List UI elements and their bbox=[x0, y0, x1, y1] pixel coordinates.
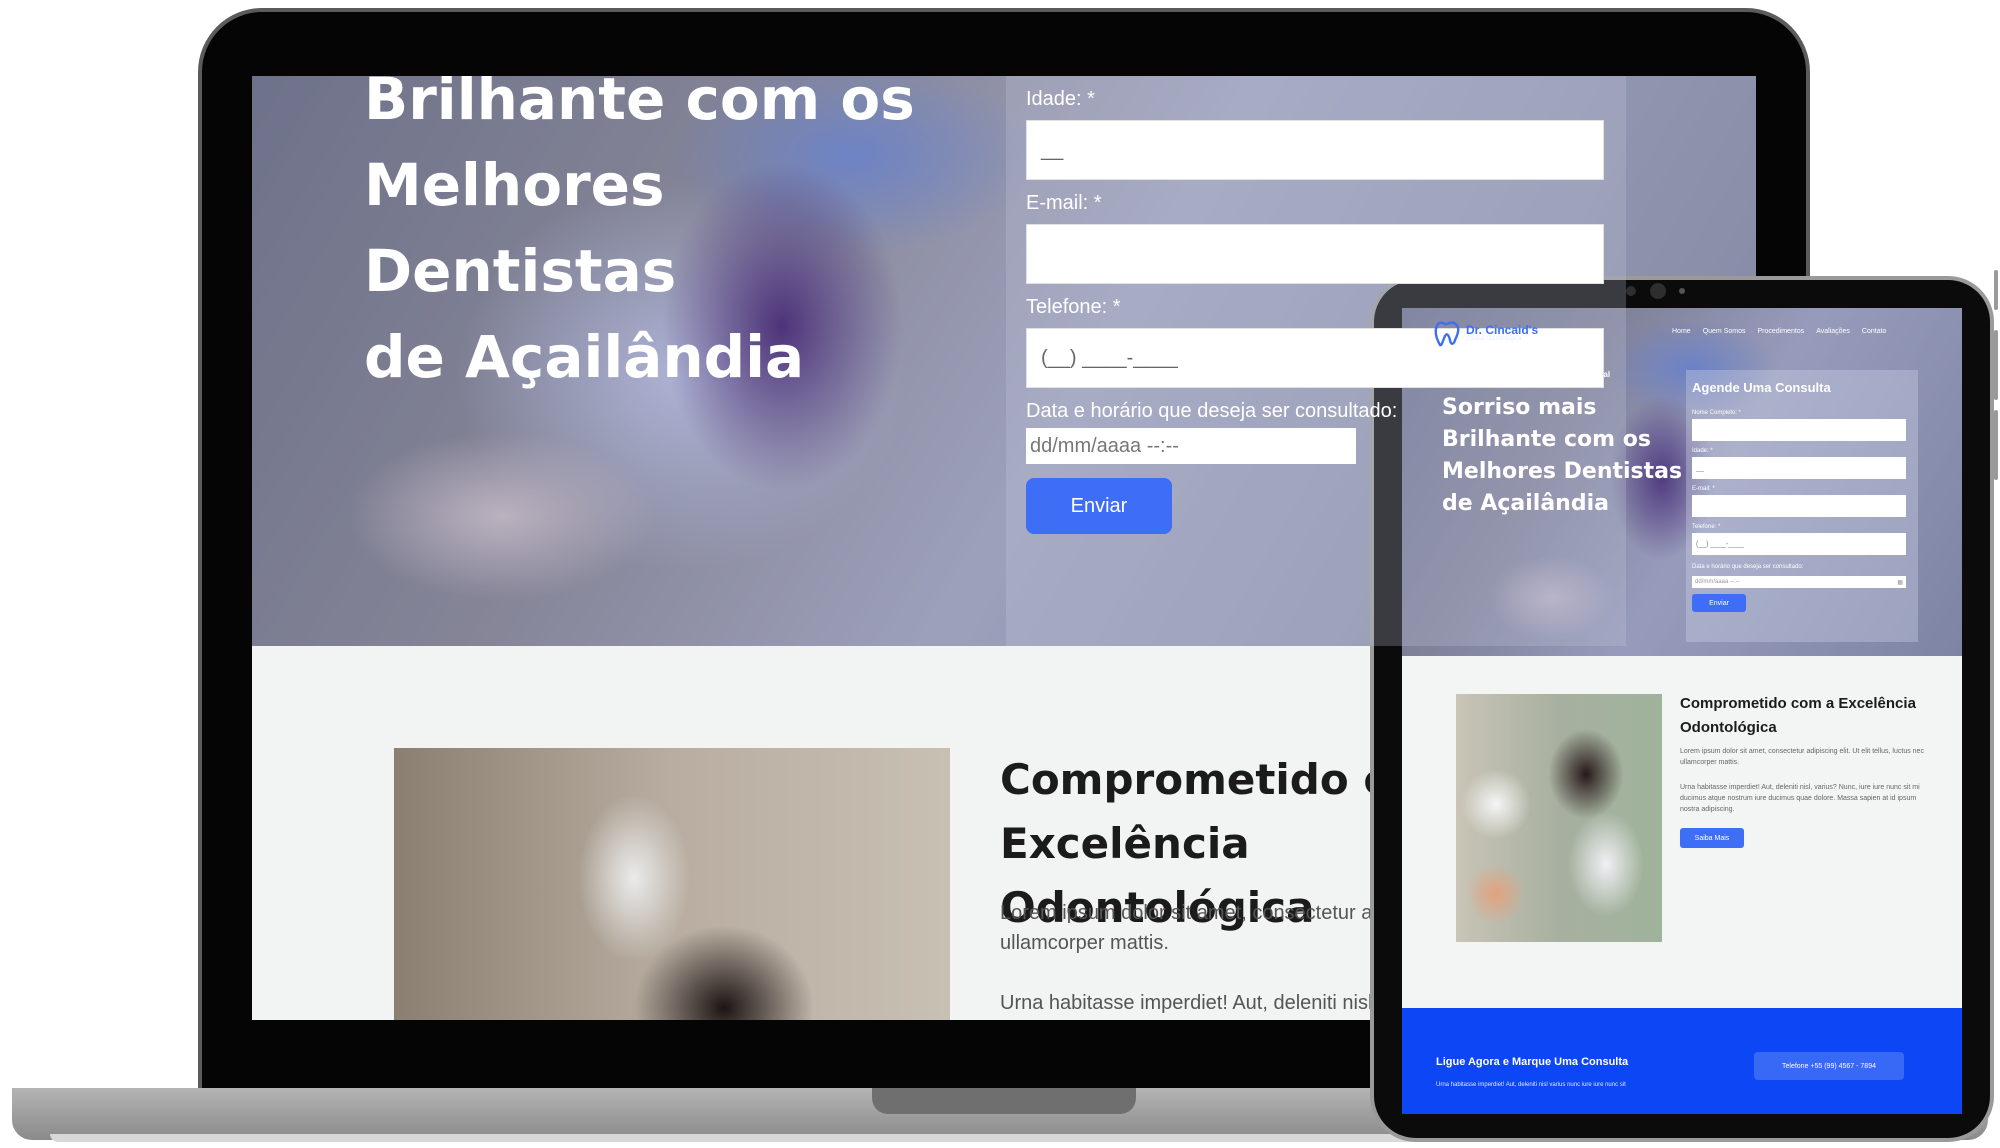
tablet-side-button bbox=[1994, 270, 1998, 310]
main-nav: Home Quem Somos Procedimentos Avaliações… bbox=[1672, 328, 1886, 335]
nav-item-avaliacoes[interactable]: Avaliações bbox=[1816, 328, 1850, 335]
laptop-notch bbox=[872, 1088, 1136, 1114]
age-input[interactable]: __ bbox=[1692, 457, 1906, 479]
hero-title: Brilhante com os Melhores Dentistas de A… bbox=[364, 76, 984, 400]
brand-text: Dr. Cincaid's Clínica Odontológica bbox=[1466, 324, 1538, 342]
age-label: Idade: * bbox=[1692, 448, 1713, 454]
date-placeholder: dd/mm/aaaa --:-- bbox=[1695, 579, 1740, 585]
tooth-icon bbox=[1434, 321, 1460, 347]
dentist-photo bbox=[394, 748, 950, 1020]
date-label: Data e horário que deseja ser consultado… bbox=[1026, 400, 1398, 422]
nav-item-contato[interactable]: Contato bbox=[1862, 328, 1887, 335]
phone-input[interactable]: (__) ____-____ bbox=[1692, 533, 1906, 555]
hero-title: Sorriso mais Brilhante com os Melhores D… bbox=[1442, 395, 1683, 516]
cta-title: Ligue Agora e Marque Uma Consulta bbox=[1436, 1056, 1629, 1068]
calendar-icon[interactable]: ▦ bbox=[1897, 579, 1903, 586]
site-logo[interactable]: Dr. Cincaid's Clínica Odontológica bbox=[1432, 318, 1538, 348]
date-label: Data e horário que deseja ser consultado… bbox=[1692, 564, 1804, 570]
phone-label: Telefone: * bbox=[1026, 296, 1121, 318]
email-input[interactable] bbox=[1026, 224, 1604, 284]
about-paragraph: Urna habitasse imperdiet! Aut, deleniti … bbox=[1680, 784, 1920, 813]
age-label: Idade: * bbox=[1026, 88, 1095, 110]
about-heading: Comprometido com a Excelência Odontológi… bbox=[1680, 695, 1916, 736]
cta-subtitle: Urna habitasse imperdiet! Aut, deleniti … bbox=[1436, 1082, 1626, 1088]
dentist-photo bbox=[1456, 694, 1662, 942]
nav-item-quem-somos[interactable]: Quem Somos bbox=[1703, 328, 1746, 335]
form-title: Agende Uma Consulta bbox=[1692, 380, 1831, 395]
brand-name: Dr. Cincaid's bbox=[1466, 323, 1539, 337]
name-label: Nome Completo: * bbox=[1692, 410, 1742, 416]
tablet-side-button bbox=[1994, 330, 1998, 400]
tablet-side-button bbox=[1994, 410, 1998, 480]
email-input[interactable] bbox=[1692, 495, 1906, 517]
date-input[interactable]: dd/mm/aaaa --:-- bbox=[1026, 428, 1356, 464]
age-input[interactable]: __ bbox=[1026, 120, 1604, 180]
email-label: E-mail: * bbox=[1026, 192, 1102, 214]
hero-title-line: Melhores Dentistas bbox=[364, 151, 677, 305]
name-input[interactable] bbox=[1692, 419, 1906, 441]
tablet-screen: Dr. Cincaid's Clínica Odontológica Home … bbox=[1402, 308, 1962, 1114]
saiba-mais-button[interactable]: Saiba Mais bbox=[1680, 828, 1744, 848]
tablet-light-sensor bbox=[1679, 288, 1685, 294]
hero-title-line: Brilhante com os bbox=[364, 76, 915, 133]
about-paragraph: Lorem ipsum dolor sit amet, consectetur … bbox=[1680, 748, 1924, 766]
nav-item-procedimentos[interactable]: Procedimentos bbox=[1757, 328, 1804, 335]
email-label: E-mail: * bbox=[1692, 486, 1715, 492]
device-mockup: Brilhante com os Melhores Dentistas de A… bbox=[0, 0, 2000, 1148]
submit-button[interactable]: Enviar bbox=[1026, 478, 1172, 534]
date-input[interactable]: dd/mm/aaaa --:-- ▦ bbox=[1692, 576, 1906, 588]
submit-button[interactable]: Enviar bbox=[1692, 594, 1746, 612]
tablet-sensor bbox=[1626, 286, 1636, 296]
hero-title-line: de Açailândia bbox=[364, 323, 805, 391]
nav-item-home[interactable]: Home bbox=[1672, 328, 1691, 335]
phone-button[interactable]: Telefone +55 (99) 4567 - 7894 bbox=[1754, 1052, 1904, 1080]
hero-tagline: Cuidamos com seriedade a sua saúde bocal bbox=[1442, 370, 1611, 379]
tablet-camera bbox=[1650, 283, 1666, 299]
phone-label: Telefone: * bbox=[1692, 524, 1721, 530]
